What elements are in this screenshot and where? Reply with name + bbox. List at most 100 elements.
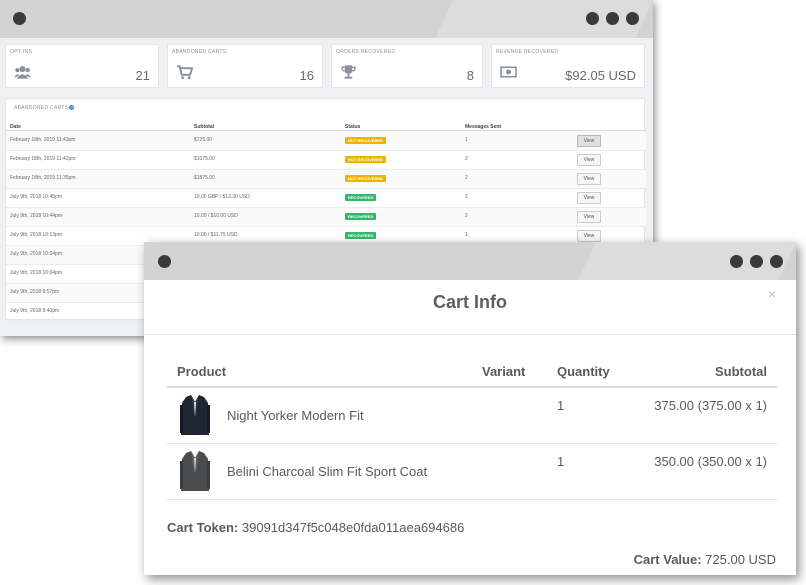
modal-titlebar xyxy=(144,242,796,280)
product-quantity: 1 xyxy=(557,398,565,413)
cart-info-window: Cart Info × Product Variant Quantity Sub… xyxy=(144,242,796,575)
row-messages-sent: 2 xyxy=(465,175,468,181)
view-button[interactable]: View xyxy=(577,230,601,242)
row-subtotal: 10.00 GBP / $13.30 USD xyxy=(194,194,250,200)
status-badge: RECOVERED xyxy=(345,194,377,201)
table-row: July 9th, 2018 10:45pm 10.00 GBP / $13.30… xyxy=(6,189,646,208)
cart-icon xyxy=(176,65,193,80)
table-row: February 18th, 2019 11:43pm $725.00 NOT RE… xyxy=(6,132,646,151)
window-dot-1[interactable] xyxy=(586,12,599,25)
window-dot-3[interactable] xyxy=(770,255,783,268)
money-icon xyxy=(500,66,517,78)
col-subtotal: Subtotal xyxy=(194,124,214,130)
cart-item-row: Night Yorker Modern Fit 1 375.00 (375.00… xyxy=(167,388,777,444)
product-quantity: 1 xyxy=(557,454,565,469)
row-date: February 18th, 2019 11:42pm xyxy=(10,156,76,162)
col-subtotal: Subtotal xyxy=(715,364,767,379)
trophy-icon xyxy=(341,65,356,79)
row-date: February 18th, 2019 11:35pm xyxy=(10,175,76,181)
charcoal-sport-coat-thumbnail xyxy=(177,449,213,495)
panel-title: ABANDONED CARTS? xyxy=(14,105,75,111)
row-date: February 18th, 2019 11:43pm xyxy=(10,137,76,143)
stat-label: ORDERS RECOVERED xyxy=(336,49,396,55)
cart-token: Cart Token: 39091d347f5c048e0fda011aea69… xyxy=(167,520,464,535)
cart-item-row: Belini Charcoal Slim Fit Sport Coat 1 35… xyxy=(167,444,777,500)
row-messages-sent: 1 xyxy=(465,137,468,143)
row-subtotal: $1075.00 xyxy=(194,156,215,162)
product-subtotal: 375.00 (375.00 x 1) xyxy=(654,398,767,413)
stat-card-revenue-recovered: REVENUE RECOVERED $92.05 USD xyxy=(491,44,645,88)
col-product: Product xyxy=(177,364,227,379)
stat-label: ABANDONED CARTS xyxy=(172,49,227,55)
row-date: July 9th, 2018 10:04pm xyxy=(10,270,62,276)
row-messages-sent: 2 xyxy=(465,194,468,200)
stat-value: $92.05 USD xyxy=(565,68,636,83)
status-badge: RECOVERED xyxy=(345,232,377,239)
stat-value: 8 xyxy=(466,68,474,83)
col-status: Status xyxy=(345,124,361,130)
row-date: July 9th, 2018 9:40pm xyxy=(10,308,60,314)
modal-title: Cart Info xyxy=(433,292,507,312)
row-messages-sent: 1 xyxy=(465,232,468,238)
product-name: Night Yorker Modern Fit xyxy=(227,408,364,423)
stat-value: 21 xyxy=(135,68,150,83)
window-dot-left xyxy=(13,12,26,25)
cart-value-label: Cart Value: xyxy=(633,552,702,567)
view-button[interactable]: View xyxy=(577,154,601,166)
window-dot-1[interactable] xyxy=(730,255,743,268)
col-messages-sent: Messages Sent xyxy=(465,124,502,130)
stat-card-abandoned-carts: ABANDONED CARTS 16 xyxy=(167,44,323,88)
stat-value: 16 xyxy=(299,68,314,83)
status-badge: RECOVERED xyxy=(345,213,377,220)
cart-value-amount: 725.00 USD xyxy=(705,552,776,567)
table-row: February 18th, 2019 11:42pm $1075.00 NOT R… xyxy=(6,151,646,170)
cart-token-label: Cart Token: xyxy=(167,520,239,535)
row-date: July 9th, 2018 9:57pm xyxy=(10,289,60,295)
row-subtotal: $725.00 xyxy=(194,137,213,143)
table-row: July 9th, 2018 10:44pm 10.00 / $10.00 USD… xyxy=(6,208,646,227)
cart-table-header: Product Variant Quantity Subtotal xyxy=(167,362,777,388)
row-subtotal: $1875.00 xyxy=(194,175,215,181)
panel-title-text: ABANDONED CARTS xyxy=(14,105,69,111)
row-date: July 9th, 2018 10:13pm xyxy=(10,232,62,238)
status-badge: NOT RECOVERED xyxy=(345,175,386,182)
users-icon xyxy=(14,66,31,79)
col-quantity: Quantity xyxy=(557,364,610,379)
stat-label: OPT-INS xyxy=(10,49,33,55)
close-icon[interactable]: × xyxy=(768,286,776,302)
stat-label: REVENUE RECOVERED xyxy=(496,49,559,55)
row-messages-sent: 2 xyxy=(465,213,468,219)
product-name: Belini Charcoal Slim Fit Sport Coat xyxy=(227,464,428,479)
window-dot-2[interactable] xyxy=(606,12,619,25)
window-dot-2[interactable] xyxy=(750,255,763,268)
info-icon[interactable]: ? xyxy=(69,105,75,110)
view-button[interactable]: View xyxy=(577,173,601,185)
cart-token-value: 39091d347f5c048e0fda011aea694686 xyxy=(241,520,465,535)
modal-header: Cart Info × xyxy=(144,280,796,335)
navy-suit-jacket-thumbnail xyxy=(177,393,213,439)
stat-card-orders-recovered: ORDERS RECOVERED 8 xyxy=(331,44,483,88)
row-subtotal: 10.00 / $11.75 USD xyxy=(194,232,238,238)
col-date: Date xyxy=(10,124,21,130)
window-titlebar xyxy=(0,0,653,38)
table-row: February 18th, 2019 11:35pm $1875.00 NOT R… xyxy=(6,170,646,189)
row-messages-sent: 2 xyxy=(465,156,468,162)
row-subtotal: 10.00 / $10.00 USD xyxy=(194,213,238,219)
row-date: July 9th, 2018 10:45pm xyxy=(10,194,62,200)
view-button[interactable]: View xyxy=(577,211,601,223)
window-dot-3[interactable] xyxy=(626,12,639,25)
cart-value: Cart Value: 725.00 USD xyxy=(634,552,776,567)
titlebar-sheen xyxy=(578,242,796,280)
window-dot-left xyxy=(158,255,171,268)
view-button[interactable]: View xyxy=(577,135,601,147)
product-subtotal: 350.00 (350.00 x 1) xyxy=(654,454,767,469)
row-date: July 9th, 2018 10:04pm xyxy=(10,251,62,257)
view-button[interactable]: View xyxy=(577,192,601,204)
table-header: Date Subtotal Status Messages Sent xyxy=(6,122,646,131)
col-variant: Variant xyxy=(482,364,526,379)
status-badge: NOT RECOVERED xyxy=(345,137,386,144)
stat-card-opt-ins: OPT-INS 21 xyxy=(5,44,159,88)
row-date: July 9th, 2018 10:44pm xyxy=(10,213,62,219)
status-badge: NOT RECOVERED xyxy=(345,156,386,163)
titlebar-sheen xyxy=(435,0,653,38)
